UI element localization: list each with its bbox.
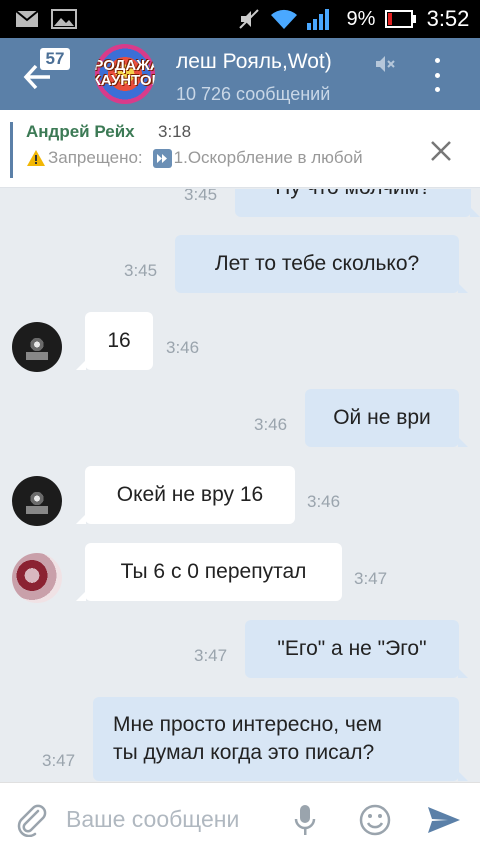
mail-icon — [14, 0, 40, 38]
message-time: 3:45 — [184, 189, 218, 204]
message-input[interactable] — [66, 799, 286, 839]
gallery-icon — [50, 0, 78, 38]
pinned-text-prefix: Запрещено: — [48, 148, 143, 167]
battery-text: 9% — [346, 7, 376, 30]
microphone-icon[interactable] — [292, 803, 318, 837]
message-row: 3:45 Лет то тебе сколько? — [0, 235, 480, 293]
chat-member-count: 10 726 сообщений — [176, 84, 331, 104]
muted-icon — [376, 56, 395, 72]
pinned-accent-bar — [10, 122, 13, 178]
message-row: 16 3:46 — [0, 312, 480, 372]
message-bubble[interactable]: "Его" а не "Эго" — [245, 620, 468, 678]
message-bubble[interactable]: Окей не вру 16 — [76, 466, 295, 524]
message-text: Ты 6 с 0 перепутал — [120, 560, 307, 583]
attach-icon[interactable] — [14, 803, 50, 837]
message-bubble[interactable]: Ой не ври — [305, 389, 468, 447]
warning-icon — [27, 150, 45, 166]
sender-avatar[interactable] — [12, 553, 62, 603]
signal-icon — [304, 0, 334, 38]
message-time: 3:45 — [124, 261, 158, 280]
avatar-logo-text: РОДАЖА КАУНТОВ — [95, 57, 155, 89]
message-time: 3:47 — [194, 646, 228, 665]
message-time: 3:46 — [166, 338, 200, 357]
message-row: Ты 6 с 0 перепутал 3:47 — [0, 543, 480, 603]
pinned-text: Запрещено: 1.Оскорбление в любой — [26, 148, 416, 168]
message-time: 3:46 — [307, 492, 341, 511]
chat-avatar[interactable]: РОДАЖА КАУНТОВ — [95, 44, 155, 104]
close-pinned-icon[interactable] — [428, 138, 454, 164]
message-bubble[interactable]: 16 — [76, 312, 153, 370]
message-row: 3:47 Мне просто интересно, чем ты думал … — [0, 697, 480, 782]
message-row: 3:45 Ну что молчим? — [0, 189, 480, 217]
message-bubble[interactable]: Мне просто интересно, чем ты думал когда… — [93, 697, 468, 781]
message-row: 3:46 Ой не ври — [0, 389, 480, 447]
battery-icon — [384, 0, 418, 38]
message-text: Ой не ври — [333, 406, 431, 429]
sender-avatar[interactable] — [12, 476, 62, 526]
message-time: 3:47 — [42, 751, 76, 770]
more-options-button[interactable] — [424, 58, 450, 92]
unread-badge: 57 — [40, 48, 70, 70]
message-text: Лет то тебе сколько? — [214, 252, 420, 275]
chat-header: 57 РОДАЖА КАУНТОВ леш Рояль,Wot) 10 726 … — [0, 38, 480, 110]
back-button[interactable]: 57 — [18, 48, 82, 100]
mute-vibrate-icon — [236, 0, 262, 38]
status-bar: 9% 3:52 — [0, 0, 480, 38]
pinned-author: Андрей Рейх — [26, 122, 135, 141]
emoji-icon[interactable] — [358, 803, 392, 837]
sender-avatar[interactable] — [12, 322, 62, 372]
clock: 3:52 — [426, 6, 470, 31]
chat-title[interactable]: леш Рояль,Wot) — [176, 50, 332, 74]
message-text: "Его" а не "Эго" — [277, 637, 427, 660]
message-row: 3:47 "Его" а не "Эго" — [0, 620, 480, 678]
pinned-time: 3:18 — [158, 122, 192, 141]
message-bubble[interactable]: Ну что молчим? — [235, 189, 480, 217]
send-icon[interactable] — [426, 805, 462, 835]
message-time: 3:47 — [354, 569, 388, 588]
message-text-line: Мне просто интересно, чем — [113, 713, 382, 736]
pinned-text-rest: 1.Оскорбление в любой — [173, 148, 363, 167]
message-bubble[interactable]: Лет то тебе сколько? — [175, 235, 468, 293]
message-composer — [0, 782, 480, 854]
message-text: Ну что молчим? — [275, 189, 431, 200]
message-time: 3:46 — [254, 415, 288, 434]
pinned-message[interactable]: Андрей Рейх 3:18 Запрещено: 1.Оскорблени… — [0, 110, 480, 188]
fast-forward-icon — [152, 148, 172, 168]
message-text-line: ты думал когда это писал? — [113, 741, 375, 764]
message-text: 16 — [107, 329, 131, 352]
message-bubble[interactable]: Ты 6 с 0 перепутал — [76, 543, 342, 601]
wifi-icon — [268, 0, 300, 38]
message-list[interactable]: 3:45 Ну что молчим? 3:45 Лет то тебе ско… — [0, 189, 480, 782]
message-row: Окей не вру 16 3:46 — [0, 466, 480, 526]
message-text: Окей не вру 16 — [116, 483, 264, 506]
